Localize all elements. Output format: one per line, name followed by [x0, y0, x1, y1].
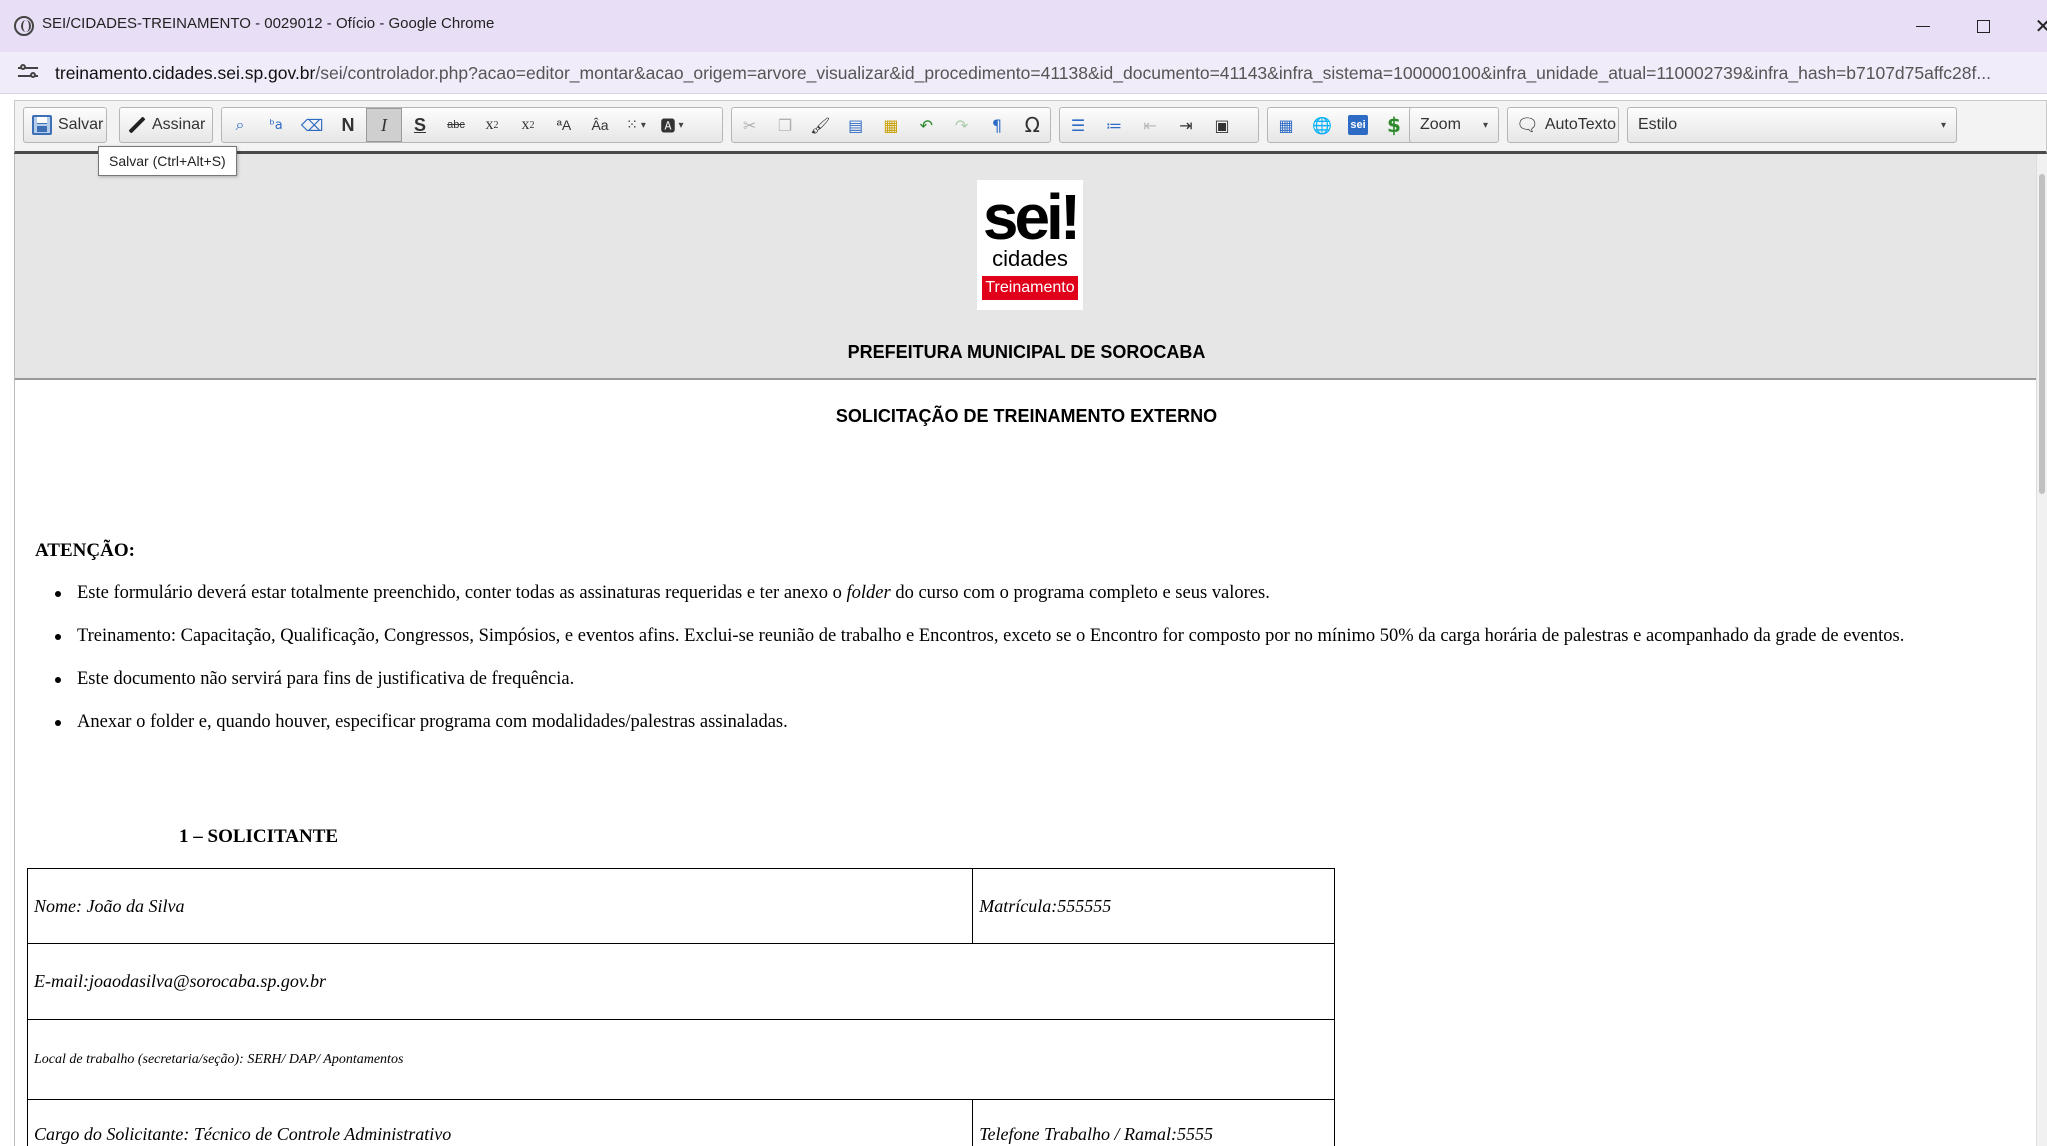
pen-icon — [128, 116, 146, 134]
autotext-group: 🗨 AutoTexto — [1507, 107, 1619, 143]
italic-button[interactable]: I — [366, 108, 402, 142]
maximize-button[interactable] — [1960, 8, 2006, 44]
eraser-icon[interactable]: ⌫ — [294, 108, 330, 142]
list-item: Treinamento: Capacitação, Qualificação, … — [35, 625, 2025, 648]
paste-text-icon[interactable]: ▤ — [838, 108, 873, 142]
attention-heading: ATENÇÃO: — [35, 540, 135, 561]
link-icon[interactable]: 🌐 — [1304, 108, 1340, 142]
format-group: ⌕ ᵇa ⌫ N I S abc x2 x2 ªA Âa ⁙ ▾ 🅰 ▾ — [221, 107, 723, 143]
image-icon[interactable]: ▣ — [1204, 108, 1240, 142]
url-host: treinamento.cidades.sei.sp.gov.br — [55, 63, 316, 83]
subscript-icon[interactable]: x2 — [474, 108, 510, 142]
document-header: sei! cidades Treinamento PREFEITURA MUNI… — [15, 154, 2038, 380]
superscript-icon[interactable]: x2 — [510, 108, 546, 142]
save-label: Salvar — [58, 116, 104, 133]
sei-link-icon[interactable]: sei — [1340, 108, 1376, 142]
outdent-icon[interactable]: ⇤ — [1132, 108, 1168, 142]
chevron-down-icon: ▾ — [1940, 119, 1946, 131]
globe-icon — [14, 16, 34, 36]
section1-heading: 1 – SOLICITANTE — [179, 826, 339, 847]
save-tooltip: Salvar (Ctrl+Alt+S) — [98, 146, 237, 176]
list-item: Anexar o folder e, quando houver, especi… — [35, 711, 2025, 734]
sign-label: Assinar — [152, 116, 206, 133]
close-icon: ✕ — [2034, 14, 2047, 38]
matricula-cell[interactable]: Matrícula:555555 — [972, 868, 1335, 944]
scrollbar[interactable] — [2036, 154, 2047, 1146]
list-group: ☰ ≔ ⇤ ⇥ ▣ — [1059, 107, 1259, 143]
bullet-list-icon[interactable]: ≔ — [1096, 108, 1132, 142]
chevron-down-icon: ▾ — [1482, 119, 1488, 131]
minimize-button[interactable] — [1900, 8, 1946, 44]
undo-icon[interactable]: ↶ — [909, 108, 944, 142]
lowercase-icon[interactable]: Âa — [582, 108, 618, 142]
table-color-icon[interactable]: ⁙ ▾ — [618, 108, 654, 142]
logo-main-text: sei! — [982, 181, 1081, 253]
url-text[interactable]: treinamento.cidades.sei.sp.gov.br/sei/co… — [55, 63, 2035, 84]
sei-logo: sei! cidades Treinamento — [977, 180, 1083, 310]
org-name: PREFEITURA MUNICIPAL DE SOROCABA — [847, 342, 1206, 362]
edit-group: ✂ ❐ 🖌 ▤ ▦ ↶ ↷ ¶ Ω — [731, 107, 1051, 143]
find-icon[interactable]: ⌕ — [222, 108, 258, 142]
indent-icon[interactable]: ⇥ — [1168, 108, 1204, 142]
table-icon[interactable]: ▦ — [1268, 108, 1304, 142]
bold-button[interactable]: N — [330, 108, 366, 142]
minimize-icon — [1916, 25, 1930, 27]
text-color-icon[interactable]: 🅰 ▾ — [654, 108, 690, 142]
list-item: Este documento não servirá para fins de … — [35, 668, 2025, 691]
editor-toolbar: Salvar Assinar ⌕ ᵇa ⌫ N I S abc x2 x2 ªA… — [14, 100, 2047, 154]
numbered-list-icon[interactable]: ☰ — [1060, 108, 1096, 142]
local-cell[interactable]: Local de trabalho (secretaria/seção): SE… — [27, 1019, 1335, 1100]
autotext-label: AutoTexto — [1544, 116, 1617, 133]
email-cell[interactable]: E-mail:joaodasilva@sorocaba.sp.gov.br — [27, 943, 1335, 1020]
site-info-icon[interactable] — [18, 64, 38, 80]
browser-titlebar: SEI/CIDADES-TREINAMENTO - 0029012 - Ofíc… — [0, 0, 2047, 52]
close-button[interactable]: ✕ — [2020, 8, 2047, 44]
maximize-icon — [1976, 19, 1990, 33]
save-icon — [32, 115, 52, 135]
redo-icon[interactable]: ↷ — [944, 108, 979, 142]
special-char-icon[interactable]: Ω — [1015, 108, 1050, 142]
paragraph-icon[interactable]: ¶ — [979, 108, 1014, 142]
zoom-select[interactable]: Zoom ▾ — [1409, 107, 1499, 143]
nome-cell[interactable]: Nome: João da Silva — [26, 868, 974, 944]
cut-icon[interactable]: ✂ — [732, 108, 767, 142]
insert-group: ▦ 🌐 sei $ — [1267, 107, 1417, 143]
window-title: SEI/CIDADES-TREINAMENTO - 0029012 - Ofíc… — [42, 15, 495, 32]
style-select[interactable]: Estilo ▾ — [1627, 107, 1957, 143]
zoom-label: Zoom — [1420, 116, 1461, 133]
logo-sub-text: cidades — [992, 246, 1068, 271]
address-bar[interactable]: treinamento.cidades.sei.sp.gov.br/sei/co… — [0, 52, 2047, 94]
strikethrough-icon[interactable]: abc — [438, 108, 474, 142]
url-path: /sei/controlador.php?acao=editor_montar&… — [315, 63, 1991, 83]
copy-icon[interactable]: ❐ — [767, 108, 802, 142]
underline-button[interactable]: S — [402, 108, 438, 142]
document-title: SOLICITAÇÃO DE TREINAMENTO EXTERNO — [835, 406, 1218, 426]
list-item: Este formulário deverá estar totalmente … — [35, 582, 2025, 605]
telefone-cell[interactable]: Telefone Trabalho / Ramal:5555 — [972, 1099, 1335, 1146]
paste-word-icon[interactable]: ▦ — [873, 108, 908, 142]
solicitante-table: Nome: João da Silva Matrícula:555555 E-m… — [26, 868, 1335, 1146]
dollar-icon[interactable]: $ — [1376, 108, 1412, 142]
cargo-cell[interactable]: Cargo do Solicitante: Técnico de Control… — [26, 1099, 974, 1146]
comment-icon: 🗨 — [1516, 114, 1539, 136]
save-button[interactable]: Salvar — [24, 108, 111, 142]
style-label: Estilo — [1638, 116, 1678, 133]
sign-button[interactable]: Assinar — [120, 108, 213, 142]
logo-badge: Treinamento — [982, 276, 1078, 300]
document-area[interactable]: sei! cidades Treinamento PREFEITURA MUNI… — [14, 154, 2038, 1146]
uppercase-icon[interactable]: ªA — [546, 108, 582, 142]
save-group: Salvar — [23, 107, 107, 143]
autotext-button[interactable]: 🗨 AutoTexto — [1508, 108, 1624, 142]
sign-group: Assinar — [119, 107, 213, 143]
scrollbar-thumb[interactable] — [2039, 174, 2045, 494]
replace-icon[interactable]: ᵇa — [258, 108, 294, 142]
attention-list: Este formulário deverá estar totalmente … — [35, 582, 2025, 754]
format-painter-icon[interactable]: 🖌 — [803, 108, 838, 142]
